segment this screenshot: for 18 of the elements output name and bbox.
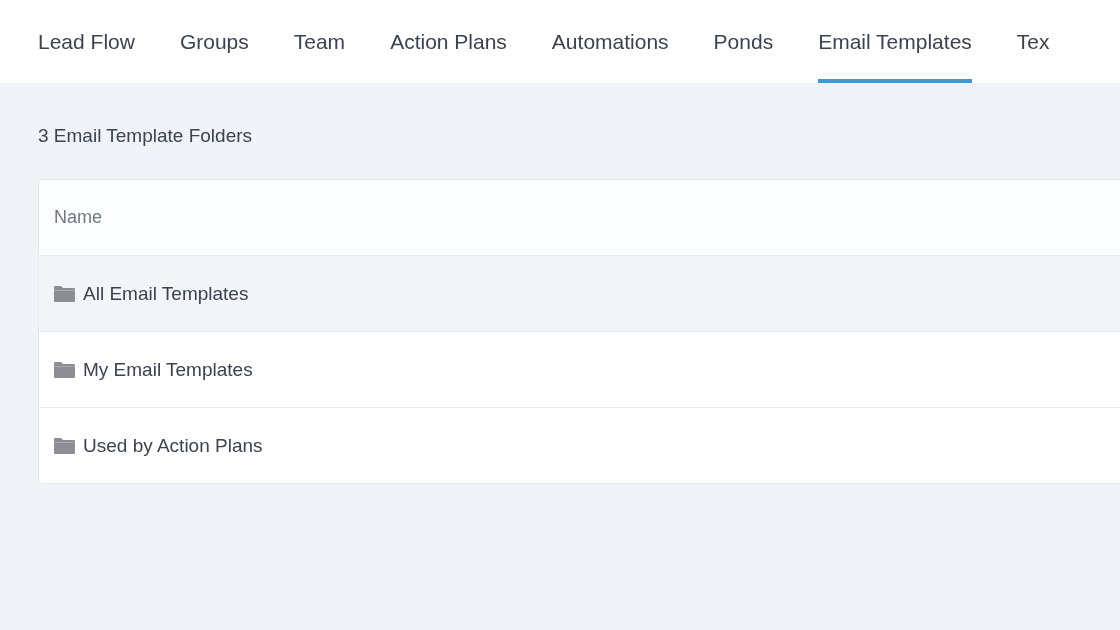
folder-name: Used by Action Plans [83,434,263,457]
folder-name: All Email Templates [83,282,249,305]
folder-icon [54,437,75,454]
nav-tab[interactable]: Lead Flow [38,0,135,83]
nav-tab[interactable]: Team [293,0,346,83]
nav-tab[interactable]: Automations [551,0,669,83]
nav-tab[interactable]: Ponds [713,0,774,83]
column-header: Name [54,207,102,228]
nav-tab[interactable]: Groups [179,0,249,83]
folder-row[interactable]: Used by Action Plans [39,407,1120,483]
folder-row[interactable]: All Email Templates [39,256,1120,331]
folder-icon [54,285,75,302]
folder-count: 3 Email Template Folders [38,125,254,147]
folder-name: My Email Templates [83,358,253,381]
nav-tab[interactable]: Action Plans [390,0,507,83]
nav-tab[interactable]: Email Templates [818,0,972,83]
folder-icon [54,361,75,378]
nav-tab[interactable]: Tex [1016,0,1050,83]
